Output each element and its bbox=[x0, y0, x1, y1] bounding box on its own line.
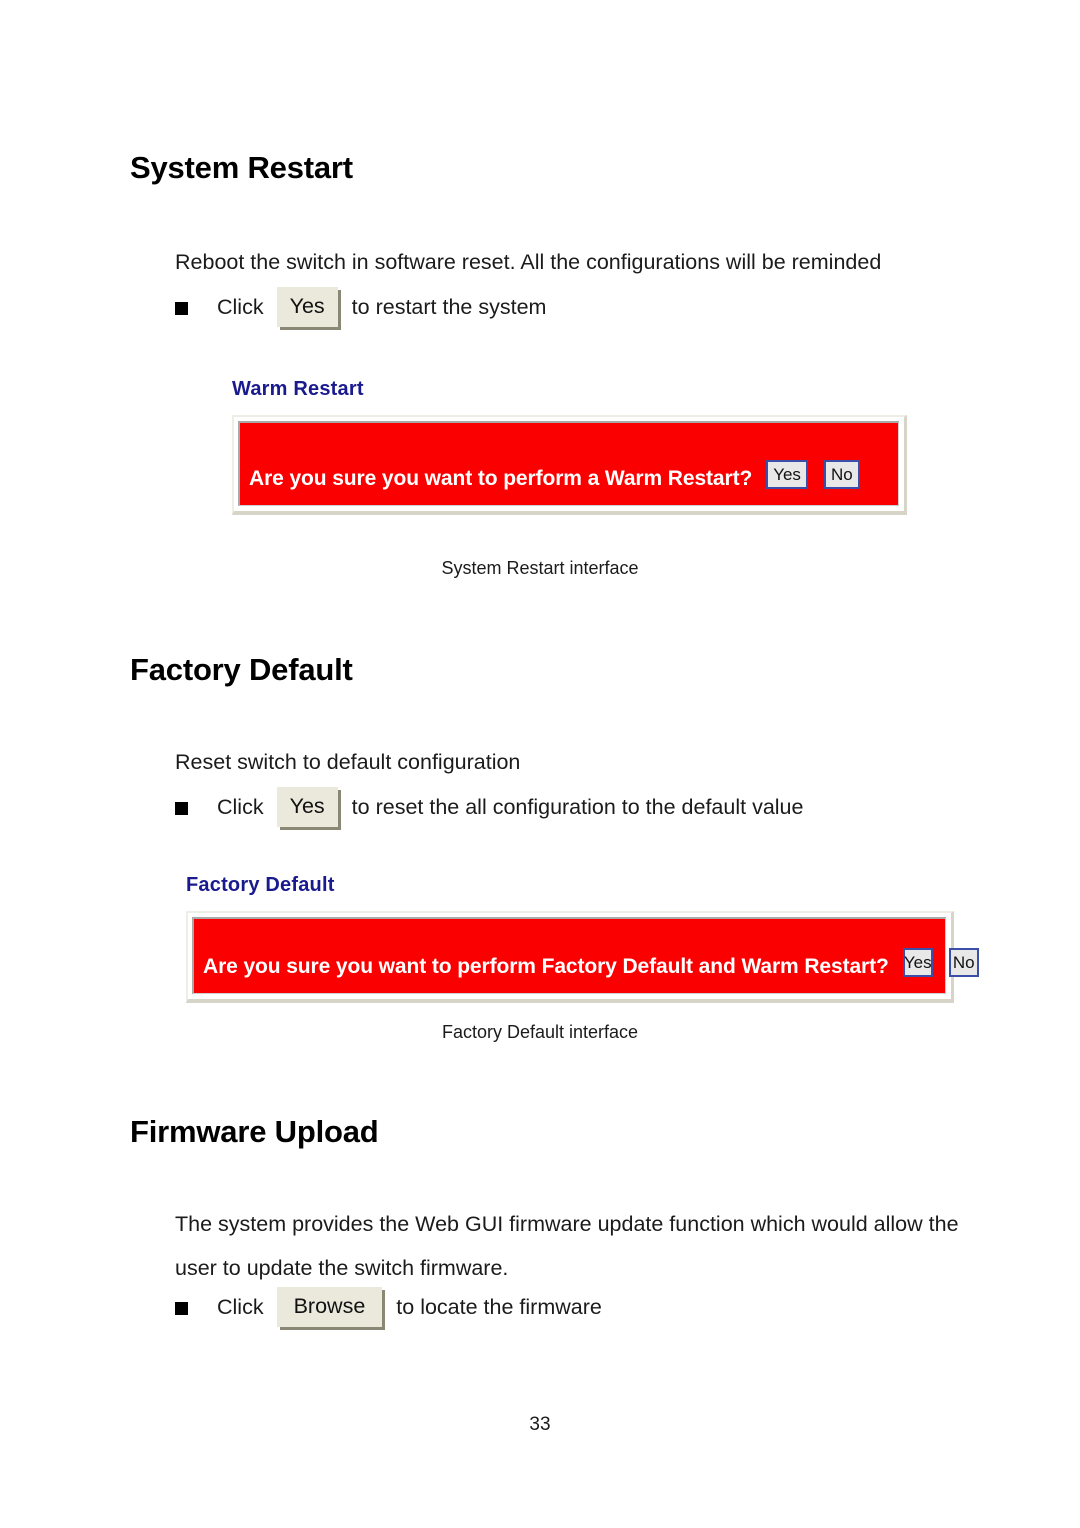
gui-title-warm-restart: Warm Restart bbox=[232, 378, 364, 400]
bullet-square-icon bbox=[175, 301, 188, 315]
gui-title-factory-default: Factory Default bbox=[186, 874, 335, 896]
section-intro-system-restart: Reboot the switch in software reset. All… bbox=[175, 250, 882, 274]
gui-no-button-warm-restart[interactable]: No bbox=[823, 460, 860, 489]
bullet-item-firmware-upload: Click Browse to locate the firmware bbox=[175, 1287, 602, 1327]
gui-yes-button-factory-default[interactable]: Yes bbox=[902, 948, 933, 977]
section-intro-firmware-upload: The system provides the Web GUI firmware… bbox=[175, 1212, 959, 1280]
bullet-lead-text: Click bbox=[217, 794, 264, 819]
gui-confirm-banner-warm-restart: Are you sure you want to perform a Warm … bbox=[238, 421, 899, 506]
section-heading-factory-default: Factory Default bbox=[130, 652, 353, 687]
gui-banner-frame-factory-default: Are you sure you want to perform Factory… bbox=[186, 911, 979, 1003]
bullet-item-factory-default: Click Yes to reset the all configuration… bbox=[175, 787, 803, 827]
gui-confirm-banner-factory-default: Are you sure you want to perform Factory… bbox=[192, 917, 979, 994]
confirm-question-warm-restart: Are you sure you want to perform a Warm … bbox=[249, 467, 753, 490]
bullet-lead-text: Click bbox=[217, 294, 264, 319]
bullet-trail-text: to restart the system bbox=[351, 294, 547, 319]
screenshot-warm-restart: Warm Restart Are you sure you want to pe… bbox=[232, 378, 907, 515]
figure-caption-factory-default: Factory Default interface bbox=[441, 1022, 639, 1042]
bullet-lead-text: Click bbox=[217, 1294, 264, 1319]
yes-button-inline-restart[interactable]: Yes bbox=[276, 287, 338, 327]
figure-caption-system-restart: System Restart interface bbox=[441, 558, 639, 578]
section-heading-firmware-upload: Firmware Upload bbox=[130, 1114, 379, 1149]
screenshot-factory-default: Factory Default Are you sure you want to… bbox=[186, 874, 979, 1003]
gui-no-button-factory-default[interactable]: No bbox=[948, 948, 979, 977]
gui-banner-frame-warm-restart: Are you sure you want to perform a Warm … bbox=[232, 415, 907, 515]
page-number: 33 bbox=[529, 1414, 551, 1435]
confirm-question-factory-default: Are you sure you want to perform Factory… bbox=[203, 955, 889, 978]
bullet-trail-text: to locate the firmware bbox=[396, 1294, 602, 1319]
bullet-square-icon bbox=[175, 1301, 188, 1315]
document-page: System Restart Reboot the switch in soft… bbox=[0, 0, 1080, 1528]
section-heading-system-restart: System Restart bbox=[130, 150, 353, 185]
gui-yes-button-warm-restart[interactable]: Yes bbox=[766, 460, 808, 489]
yes-button-inline-factory-default[interactable]: Yes bbox=[276, 787, 338, 827]
section-intro-factory-default: Reset switch to default configuration bbox=[175, 750, 521, 774]
browse-button-inline[interactable]: Browse bbox=[276, 1287, 383, 1327]
bullet-trail-text: to reset the all configuration to the de… bbox=[351, 794, 804, 819]
bullet-square-icon bbox=[175, 801, 188, 815]
bullet-item-restart: Click Yes to restart the system bbox=[175, 287, 546, 327]
